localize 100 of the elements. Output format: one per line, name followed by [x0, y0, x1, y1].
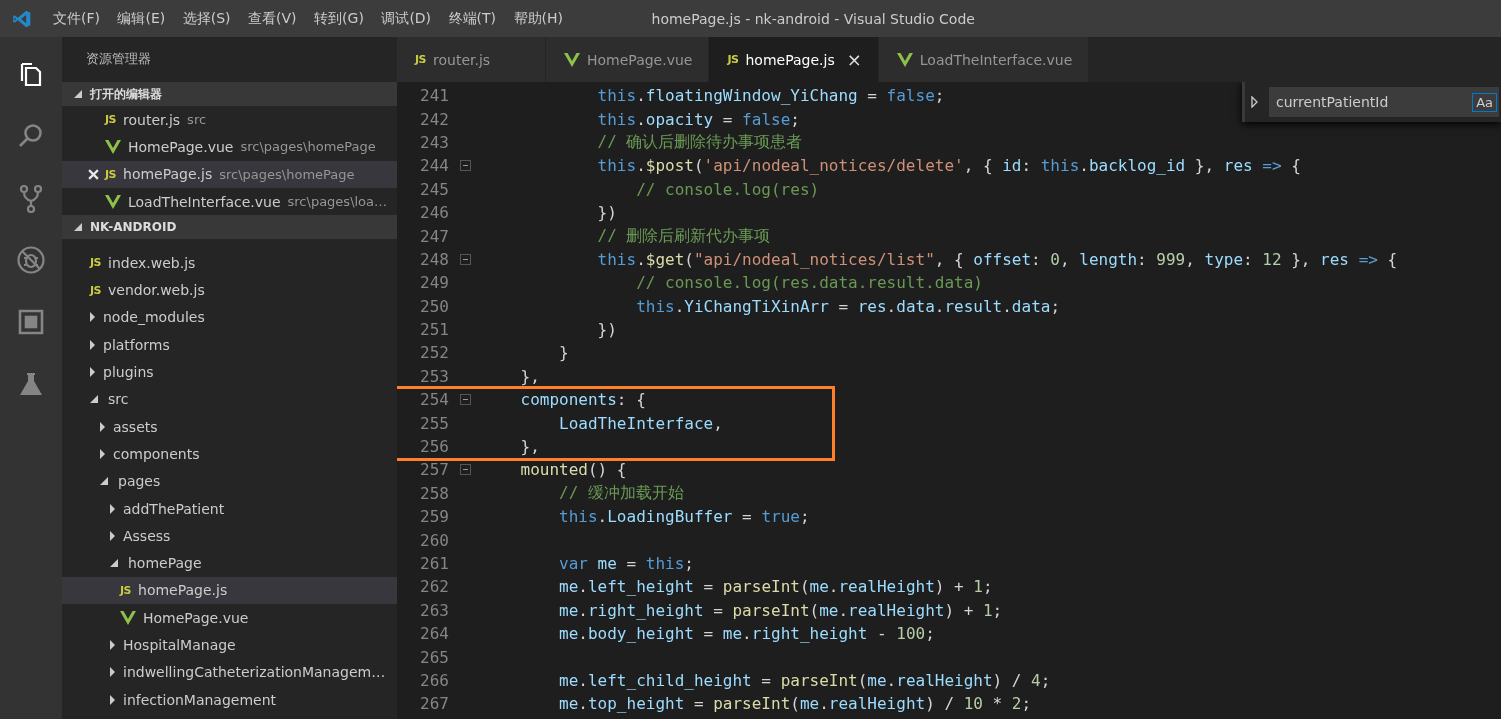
line-number: 252 — [419, 343, 449, 363]
tree-item[interactable]: homePage — [62, 549, 397, 577]
code-line: mounted() { — [519, 460, 627, 480]
menu-item[interactable]: 选择(S) — [173, 9, 240, 28]
code-line: this.$get("api/nodeal_notices/list", { offset: 0, length: 999, type: 12 }, res => { — [596, 249, 1398, 269]
source-control-icon[interactable] — [17, 183, 45, 213]
line-number: 243 — [419, 132, 449, 152]
menu-item[interactable]: 调试(D) — [372, 9, 440, 28]
extensions-icon[interactable] — [17, 308, 45, 336]
js-file-icon: JS — [90, 283, 101, 297]
line-number: 261 — [419, 554, 449, 573]
vue-file-icon — [564, 52, 580, 67]
line-number: 259 — [419, 507, 449, 527]
tree-item[interactable]: indwellingCatheterizationManagem… — [62, 658, 397, 686]
fold-icon[interactable] — [460, 160, 471, 172]
editor-tab[interactable]: JS router.js — [397, 37, 546, 82]
tree-item[interactable]: Assess — [62, 522, 397, 550]
code-line: this.YiChangTiXinArr = res.data.result.data; — [635, 296, 1061, 316]
code-line: LoadTheInterface, — [558, 413, 723, 433]
open-editor-item[interactable]: LoadTheInterface.vue src\pages\loa… — [62, 187, 397, 216]
code-line: this.$post('api/nodeal_notices/delete', { id: this.backlog_id }, res => { — [596, 156, 1301, 176]
code-line: components: { — [519, 390, 646, 410]
editor-tab[interactable]: HomePage.vue — [546, 37, 710, 82]
fold-icon[interactable] — [460, 394, 471, 406]
line-number: 257 — [419, 460, 449, 480]
editor-tab[interactable]: JS homePage.js × — [709, 37, 879, 82]
js-file-icon: JS — [105, 113, 116, 127]
tree-item[interactable]: infectionManagement — [62, 685, 397, 714]
code-line: me.top_height = parseInt(me.realHeight) / 10 * 2; — [558, 694, 1032, 714]
no-bug-icon[interactable] — [16, 245, 46, 275]
code-line: this.LoadingBuffer = true; — [558, 507, 810, 527]
js-file-icon: JS — [120, 583, 131, 597]
code-line: }) — [596, 203, 617, 223]
code-line: // console.log(res.data.result.data) — [635, 273, 983, 293]
tree-item[interactable]: JS index.web.js — [62, 249, 397, 277]
vue-file-icon — [105, 194, 121, 209]
line-number: 255 — [419, 413, 449, 433]
tree-item[interactable]: src — [62, 385, 397, 413]
tree-item[interactable]: platforms — [62, 331, 397, 359]
open-editor-item[interactable]: JS router.js src — [62, 106, 397, 134]
line-number: 248 — [419, 249, 449, 269]
code-line: }) — [596, 320, 617, 340]
menu-item[interactable]: 转到(G) — [305, 9, 373, 28]
tree-item[interactable]: components — [62, 440, 397, 468]
app-logo-icon — [12, 8, 32, 29]
line-number: 262 — [419, 577, 449, 597]
line-number: 253 — [419, 366, 449, 386]
code-line: var me = this; — [558, 554, 694, 573]
js-file-icon: JS — [415, 53, 426, 66]
tree-item[interactable]: HospitalManage — [62, 631, 397, 659]
code-line: me.right_height = parseInt(me.realHeight) + 1; — [558, 600, 1003, 620]
tree-item[interactable]: JS vendor.web.js — [62, 276, 397, 304]
section-header[interactable]: NK-ANDROID — [62, 215, 397, 240]
line-number: 256 — [419, 437, 449, 457]
expand-toggle-icon[interactable] — [1251, 96, 1259, 108]
open-editor-item[interactable]: HomePage.vue src\pages\homePage — [62, 133, 397, 161]
code-line: // console.log(res) — [635, 179, 820, 199]
tree-item[interactable]: pages — [62, 467, 397, 495]
line-number: 246 — [419, 203, 449, 223]
code-line: this.opacity = false; — [596, 109, 800, 129]
line-number: 258 — [419, 483, 449, 503]
menu-item[interactable]: 帮助(H) — [504, 9, 572, 28]
line-number: 254 — [419, 390, 449, 410]
menu-item[interactable]: 文件(F) — [44, 9, 109, 28]
tree-item[interactable]: HomePage.vue — [62, 604, 397, 632]
line-number: 242 — [419, 109, 449, 129]
close-tab-button[interactable]: × — [846, 49, 862, 70]
code-line: this.floatingWindow_YiChang = false; — [596, 86, 945, 106]
fold-icon[interactable] — [460, 253, 471, 265]
line-number: 241 — [419, 86, 449, 106]
menu-item[interactable]: 终端(T) — [439, 9, 505, 28]
menu-item[interactable]: 查看(V) — [239, 9, 306, 28]
line-number: 266 — [419, 670, 449, 690]
tree-item[interactable]: assets — [62, 412, 397, 441]
code-line: }, — [519, 437, 540, 457]
vue-file-icon — [105, 139, 121, 154]
tree-item[interactable]: addThePatient — [62, 494, 397, 523]
line-number: 245 — [419, 179, 449, 199]
open-editor-item[interactable]: JS homePage.js src\pages\homePage — [62, 160, 397, 188]
match-case-toggle[interactable]: Aa — [1472, 92, 1497, 112]
code-line: // 确认后删除待办事项患者 — [596, 131, 803, 153]
tree-item[interactable]: JS homePage.js — [62, 576, 397, 605]
js-file-icon: JS — [90, 256, 101, 270]
window-title: homePage.js - nk-android - Visual Studio Code — [651, 10, 975, 27]
line-number: 263 — [419, 600, 449, 620]
line-number: 267 — [419, 694, 449, 714]
code-line: me.left_height = parseInt(me.realHeight) + 1; — [558, 577, 993, 597]
code-line: // 缓冲加载开始 — [558, 482, 684, 504]
code-line: }, — [519, 366, 540, 386]
editor-tab[interactable]: LoadTheInterface.vue — [878, 37, 1090, 82]
flask-icon[interactable] — [17, 370, 45, 398]
menu-item[interactable]: 编辑(E) — [108, 9, 174, 28]
section-header[interactable]: 打开的编辑器 — [62, 82, 397, 106]
find-input[interactable]: currentPatientId Aa — [1269, 87, 1499, 117]
fold-icon[interactable] — [460, 464, 471, 476]
line-number: 250 — [419, 296, 449, 316]
tree-item[interactable]: plugins — [62, 358, 397, 386]
js-file-icon: JS — [727, 53, 739, 66]
close-icon[interactable] — [88, 168, 99, 180]
tree-item[interactable]: node_modules — [62, 303, 397, 332]
